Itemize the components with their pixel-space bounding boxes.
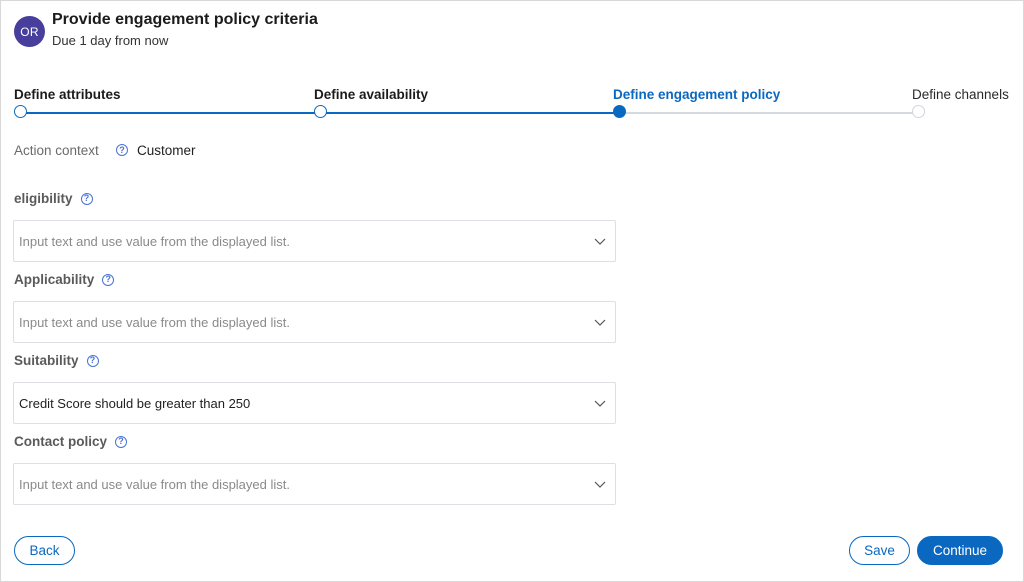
back-button[interactable]: Back <box>14 536 75 565</box>
contact-policy-label-row: Contact policy ? <box>14 434 128 449</box>
step-label-engagement-policy: Define engagement policy <box>613 87 781 102</box>
applicability-label-row: Applicability ? <box>14 272 115 287</box>
step-dot-attributes[interactable] <box>14 105 27 118</box>
continue-button[interactable]: Continue <box>917 536 1003 565</box>
chevron-down-icon[interactable] <box>585 464 615 504</box>
contact-policy-select[interactable]: Input text and use value from the displa… <box>13 463 616 505</box>
eligibility-select[interactable]: Input text and use value from the displa… <box>13 220 616 262</box>
action-context-value: Customer <box>137 143 196 158</box>
suitability-label: Suitability <box>14 353 79 368</box>
avatar-initials: OR <box>20 24 39 39</box>
chevron-down-icon[interactable] <box>585 221 615 261</box>
suitability-select[interactable]: Credit Score should be greater than 250 <box>13 382 616 424</box>
applicability-placeholder[interactable]: Input text and use value from the displa… <box>14 315 585 330</box>
eligibility-label: eligibility <box>14 191 73 206</box>
chevron-down-icon[interactable] <box>585 302 615 342</box>
applicability-select[interactable]: Input text and use value from the displa… <box>13 301 616 343</box>
question-circle-icon[interactable]: ? <box>86 354 99 367</box>
step-label-attributes: Define attributes <box>14 87 121 102</box>
chevron-down-icon[interactable] <box>585 383 615 423</box>
step-dot-availability[interactable] <box>314 105 327 118</box>
contact-policy-label: Contact policy <box>14 434 108 449</box>
question-circle-icon[interactable]: ? <box>80 192 93 205</box>
question-circle-icon[interactable]: ? <box>116 144 128 156</box>
avatar: OR <box>14 16 45 47</box>
step-label-channels: Define channels <box>912 87 1009 102</box>
step-connector-2 <box>321 112 620 114</box>
action-context-label: Action context <box>14 143 99 158</box>
due-date: Due 1 day from now <box>52 33 169 48</box>
step-connector-3 <box>620 112 919 114</box>
page-title: Provide engagement policy criteria <box>52 11 318 28</box>
step-dot-channels <box>912 105 925 118</box>
applicability-label: Applicability <box>14 272 95 287</box>
step-label-availability: Define availability <box>314 87 429 102</box>
suitability-value[interactable]: Credit Score should be greater than 250 <box>14 396 585 411</box>
question-circle-icon[interactable]: ? <box>115 435 128 448</box>
eligibility-placeholder[interactable]: Input text and use value from the displa… <box>14 234 585 249</box>
step-dot-engagement-policy <box>613 105 626 118</box>
contact-policy-placeholder[interactable]: Input text and use value from the displa… <box>14 477 585 492</box>
question-circle-icon[interactable]: ? <box>102 273 115 286</box>
page-frame: OR Provide engagement policy criteria Du… <box>0 0 1024 582</box>
suitability-label-row: Suitability ? <box>14 353 99 368</box>
eligibility-label-row: eligibility ? <box>14 191 93 206</box>
save-button[interactable]: Save <box>849 536 910 565</box>
step-connector-1 <box>21 112 321 114</box>
